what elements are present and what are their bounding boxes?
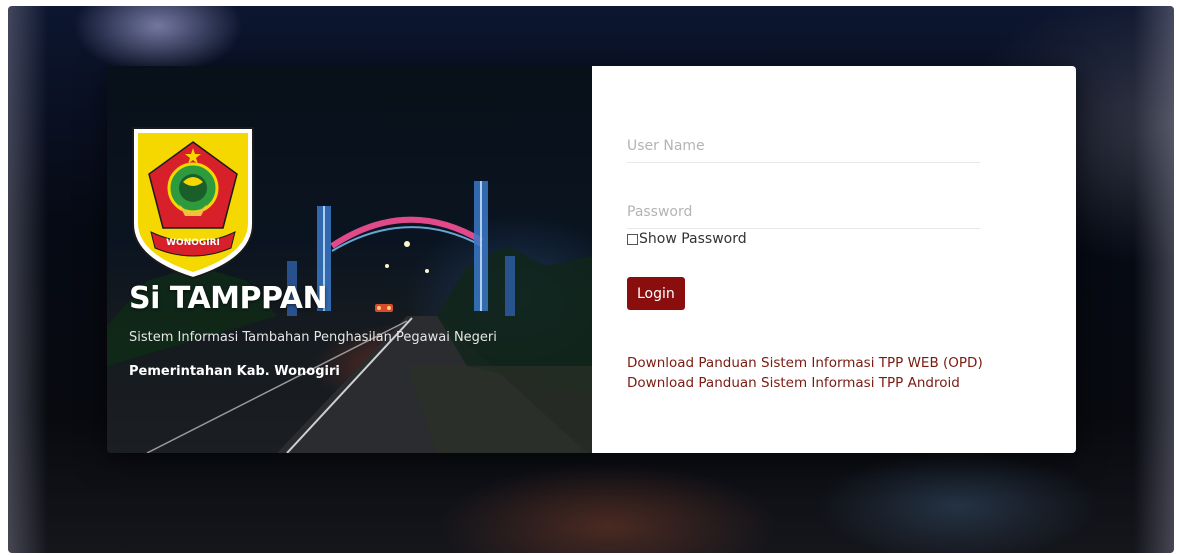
background-edge-right (1134, 6, 1174, 553)
svg-text:WONOGIRI: WONOGIRI (166, 238, 220, 248)
show-password-label: Show Password (639, 231, 747, 247)
download-links: Download Panduan Sistem Informasi TPP WE… (627, 353, 983, 393)
street-light (404, 241, 410, 247)
screen: WONOGIRI Si TAMPPAN Sistem Informasi Tam… (0, 0, 1180, 555)
app-subtitle: Sistem Informasi Tambahan Penghasilan Pe… (129, 330, 497, 345)
download-guide-android-link[interactable]: Download Panduan Sistem Informasi TPP An… (627, 373, 983, 393)
password-input[interactable] (627, 204, 980, 229)
app-title: Si TAMPPAN (129, 281, 328, 316)
organization-name: Pemerintahan Kab. Wonogiri (129, 364, 340, 379)
gate-tower-right (505, 256, 515, 316)
background-edge-left (8, 6, 48, 553)
show-password-checkbox[interactable] (627, 233, 638, 245)
login-button[interactable]: Login (627, 277, 685, 310)
hero-panel: WONOGIRI Si TAMPPAN Sistem Informasi Tam… (107, 66, 592, 453)
roadside (407, 366, 592, 453)
login-card: WONOGIRI Si TAMPPAN Sistem Informasi Tam… (107, 66, 1076, 453)
wonogiri-logo-icon: WONOGIRI (132, 127, 254, 280)
login-form-panel: Show Password Login Download Panduan Sis… (592, 66, 1076, 453)
username-input[interactable] (627, 138, 980, 163)
show-password-toggle[interactable]: Show Password (627, 231, 747, 247)
download-guide-web-link[interactable]: Download Panduan Sistem Informasi TPP WE… (627, 353, 983, 373)
